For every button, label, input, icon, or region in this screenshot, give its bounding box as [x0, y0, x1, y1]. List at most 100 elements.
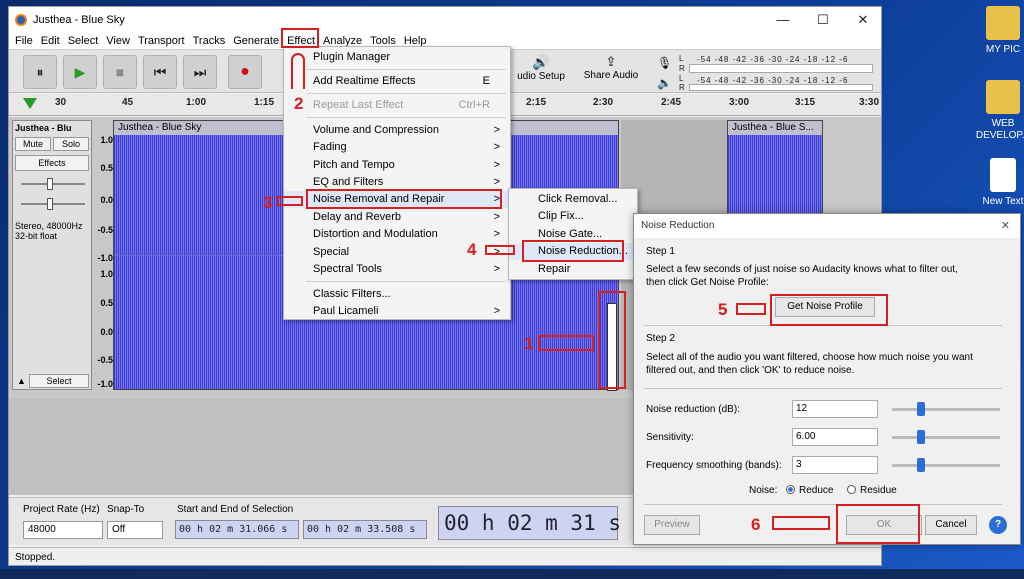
- skip-to-end-button[interactable]: ⏭: [183, 55, 217, 89]
- menu-item-add-realtime-effects[interactable]: Add Realtime EffectsE: [284, 73, 510, 90]
- arrow-right-icon: [277, 196, 303, 206]
- ruler-tick: 1:00: [186, 97, 206, 108]
- noise-reduction-slider[interactable]: [892, 408, 1000, 411]
- gain-slider-thumb[interactable]: [47, 178, 53, 190]
- noise-reduction-slider-thumb[interactable]: [917, 402, 925, 416]
- snap-to-select[interactable]: Off: [107, 521, 163, 539]
- annotation-4: 4: [467, 240, 476, 260]
- frequency-smoothing-input[interactable]: 3: [792, 456, 878, 474]
- ruler-tick: 1:15: [254, 97, 274, 108]
- reduce-radio[interactable]: [786, 485, 795, 494]
- sensitivity-slider-thumb[interactable]: [917, 430, 925, 444]
- play-head-icon[interactable]: [23, 98, 37, 109]
- annotation-6: 6: [751, 515, 760, 535]
- menu-select[interactable]: Select: [64, 35, 103, 47]
- play-meter-R: R: [679, 83, 686, 92]
- record-button[interactable]: ●: [228, 55, 262, 89]
- frequency-smoothing-slider-thumb[interactable]: [917, 458, 925, 472]
- scale-label: -1.0: [93, 253, 113, 263]
- menu-item-repeat-last-effect: Repeat Last EffectCtrl+R: [284, 97, 510, 114]
- highlight-get-noise-profile: [770, 294, 888, 326]
- track-name[interactable]: Justhea - Blu: [15, 123, 72, 133]
- pan-slider-thumb[interactable]: [47, 198, 53, 210]
- highlight-ok-button: [836, 504, 920, 544]
- skip-to-start-button[interactable]: ⏮: [143, 55, 177, 89]
- status-bar: Stopped.: [9, 547, 882, 566]
- window-title: Justhea - Blue Sky: [33, 14, 125, 26]
- mute-button[interactable]: Mute: [15, 137, 51, 151]
- selection-mode-label[interactable]: Start and End of Selection: [177, 504, 293, 515]
- menu-generate[interactable]: Generate: [229, 35, 283, 47]
- menu-transport[interactable]: Transport: [134, 35, 189, 47]
- taskbar: [0, 569, 1024, 579]
- submenu-click-removal[interactable]: Click Removal...: [509, 191, 637, 208]
- residue-radio-label[interactable]: Residue: [860, 484, 897, 497]
- ruler-tick: 3:15: [795, 97, 815, 108]
- annotation-3: 3: [263, 193, 272, 213]
- desktop-icon-new-text[interactable]: New Text: [973, 158, 1024, 208]
- time-display[interactable]: 00 h 02 m 31 s: [438, 506, 618, 540]
- residue-radio[interactable]: [847, 485, 856, 494]
- play-button[interactable]: ▶: [63, 55, 97, 89]
- dialog-close-button[interactable]: ✕: [1001, 219, 1010, 232]
- menu-item-pitch-tempo[interactable]: Pitch and Tempo>: [284, 157, 510, 174]
- sensitivity-input[interactable]: 6.00: [792, 428, 878, 446]
- track-bitdepth: 32-bit float: [15, 231, 57, 241]
- play-meter[interactable]: [689, 84, 873, 91]
- solo-button[interactable]: Solo: [53, 137, 89, 151]
- menu-item-delay-reverb[interactable]: Delay and Reverb>: [284, 209, 510, 226]
- record-meter[interactable]: [689, 64, 873, 73]
- dialog-divider: [644, 388, 1002, 389]
- clip-title-2[interactable]: Justhea - Blue S...: [728, 121, 822, 135]
- menu-item-volume-compression[interactable]: Volume and Compression>: [284, 122, 510, 139]
- menu-view[interactable]: View: [102, 35, 134, 47]
- toolbar-spacer: [268, 55, 278, 89]
- frequency-smoothing-label: Frequency smoothing (bands):: [646, 459, 782, 472]
- menu-edit[interactable]: Edit: [37, 35, 64, 47]
- select-button[interactable]: Select: [29, 374, 89, 388]
- scale-label: 1.0: [93, 269, 113, 279]
- close-button[interactable]: ✕: [843, 7, 882, 33]
- project-rate-label: Project Rate (Hz): [23, 504, 100, 515]
- highlight-noise-removal: [306, 189, 502, 209]
- stop-button[interactable]: ■: [103, 55, 137, 89]
- share-audio-button[interactable]: ⇪ Share Audio: [579, 54, 643, 81]
- audio-setup-button[interactable]: 🔊 udio Setup: [511, 54, 571, 82]
- scale-label: -0.5: [93, 355, 113, 365]
- submenu-clip-fix[interactable]: Clip Fix...: [509, 208, 637, 225]
- annotation-2: 2: [294, 94, 303, 114]
- menu-item-paul-licameli[interactable]: Paul Licameli>: [284, 303, 510, 320]
- submenu-repair[interactable]: Repair: [509, 261, 637, 278]
- reduce-radio-label[interactable]: Reduce: [799, 484, 833, 497]
- cancel-button[interactable]: Cancel: [925, 515, 977, 535]
- menu-item-spectral-tools[interactable]: Spectral Tools>: [284, 261, 510, 278]
- scale-label: -1.0: [93, 379, 113, 389]
- selection-start-time[interactable]: 00 h 02 m 31.066 s: [175, 520, 299, 539]
- sensitivity-label: Sensitivity:: [646, 431, 694, 444]
- frequency-smoothing-slider[interactable]: [892, 464, 1000, 467]
- arrow-right-icon: [538, 335, 594, 351]
- desktop-icon-web-develop[interactable]: WEB DEVELOP...: [973, 80, 1024, 142]
- menu-item-fading[interactable]: Fading>: [284, 139, 510, 156]
- gain-slider[interactable]: [21, 183, 85, 185]
- effects-button[interactable]: Effects: [15, 155, 89, 171]
- highlight-noise-reduction: [522, 240, 624, 262]
- folder-icon: [986, 6, 1020, 40]
- pan-slider[interactable]: [21, 203, 85, 205]
- track-control-panel: Justhea - Blu Mute Solo Effects Stereo, …: [12, 120, 92, 390]
- menu-file[interactable]: File: [11, 35, 37, 47]
- maximize-button[interactable]: ☐: [803, 7, 843, 33]
- preview-button[interactable]: Preview: [644, 515, 700, 535]
- minimize-button[interactable]: —: [763, 7, 803, 33]
- project-rate-select[interactable]: 48000: [23, 521, 103, 539]
- noise-reduction-input[interactable]: 12: [792, 400, 878, 418]
- desktop-icon-my-pic[interactable]: MY PIC: [973, 6, 1024, 56]
- sensitivity-slider[interactable]: [892, 436, 1000, 439]
- selection-end-time[interactable]: 00 h 02 m 33.508 s: [303, 520, 427, 539]
- collapse-icon[interactable]: ▲: [17, 376, 26, 386]
- menu-item-plugin-manager[interactable]: Plugin Manager: [284, 49, 510, 66]
- menu-item-classic-filters[interactable]: Classic Filters...: [284, 286, 510, 303]
- pause-button[interactable]: ⏸: [23, 55, 57, 89]
- help-icon[interactable]: ?: [989, 516, 1007, 534]
- menu-tracks[interactable]: Tracks: [189, 35, 230, 47]
